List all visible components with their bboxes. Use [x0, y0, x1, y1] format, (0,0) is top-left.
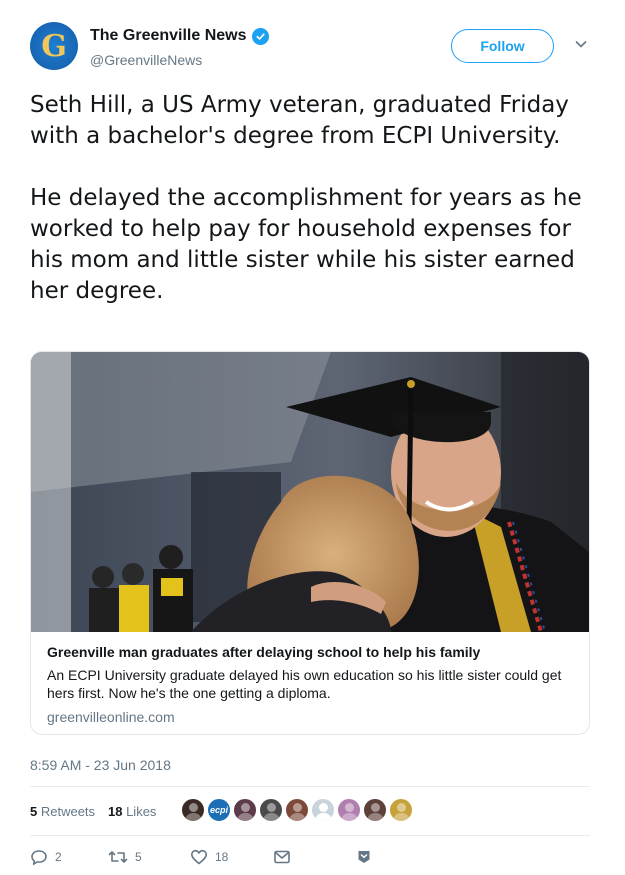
- link-preview-card[interactable]: Greenville man graduates after delaying …: [30, 351, 590, 735]
- liker-avatars: ecpi: [181, 798, 415, 824]
- liker-avatar[interactable]: [233, 798, 257, 822]
- liker-avatar[interactable]: [285, 798, 309, 822]
- account-display-name[interactable]: The Greenville News: [90, 27, 247, 45]
- account-display-name-row[interactable]: The Greenville News: [90, 27, 269, 45]
- liker-avatar[interactable]: [337, 798, 361, 822]
- envelope-icon: [273, 848, 291, 866]
- liker-avatar-logo[interactable]: ecpi: [207, 798, 231, 822]
- direct-message-button[interactable]: [273, 848, 291, 866]
- account-avatar[interactable]: G: [30, 22, 78, 70]
- retweet-button[interactable]: 5: [108, 848, 142, 866]
- card-description: An ECPI University graduate delayed his …: [47, 667, 562, 701]
- retweet-icon: [108, 848, 128, 866]
- retweet-count: 5: [135, 850, 142, 864]
- verified-badge-icon: [251, 27, 269, 45]
- tweet-text: Seth Hill, a US Army veteran, graduated …: [30, 90, 590, 307]
- liker-avatar[interactable]: [363, 798, 387, 822]
- likes-stat[interactable]: 18 Likes: [108, 804, 156, 819]
- tweet-paragraph-2: He delayed the accomplishment for years …: [30, 185, 582, 304]
- account-name-block: The Greenville News @GreenvilleNews: [90, 27, 269, 68]
- reply-button[interactable]: 2: [30, 848, 62, 866]
- tweet-actions: 2 5 18: [30, 846, 590, 870]
- retweets-label: Retweets: [37, 804, 96, 819]
- likes-count: 18: [108, 804, 123, 819]
- reply-icon: [30, 848, 48, 866]
- liker-avatar[interactable]: [389, 798, 413, 822]
- tweet-timestamp[interactable]: 8:59 AM - 23 Jun 2018: [30, 757, 171, 773]
- card-domain[interactable]: greenvilleonline.com: [47, 709, 573, 725]
- liker-avatar[interactable]: [181, 798, 205, 822]
- bookmark-icon: [355, 848, 373, 866]
- reply-count: 2: [55, 850, 62, 864]
- chevron-down-icon[interactable]: [573, 36, 589, 52]
- likes-label: Likes: [122, 804, 157, 819]
- engagement-stats: 5 Retweets 18 Likes ecpi: [30, 786, 590, 836]
- save-button[interactable]: [355, 848, 373, 866]
- liker-avatar[interactable]: [259, 798, 283, 822]
- card-body: Greenville man graduates after delaying …: [47, 644, 573, 725]
- tweet-header: G The Greenville News @GreenvilleNews Fo…: [30, 22, 600, 74]
- heart-icon: [190, 848, 208, 866]
- account-handle[interactable]: @GreenvilleNews: [90, 52, 269, 68]
- card-image[interactable]: [31, 352, 589, 632]
- follow-button[interactable]: Follow: [451, 29, 554, 63]
- tweet-paragraph-1: Seth Hill, a US Army veteran, graduated …: [30, 92, 569, 149]
- liker-avatar-default[interactable]: [311, 798, 335, 822]
- like-count: 18: [215, 850, 229, 864]
- card-title[interactable]: Greenville man graduates after delaying …: [47, 644, 573, 660]
- retweets-stat[interactable]: 5 Retweets: [30, 804, 95, 819]
- like-button[interactable]: 18: [190, 848, 228, 866]
